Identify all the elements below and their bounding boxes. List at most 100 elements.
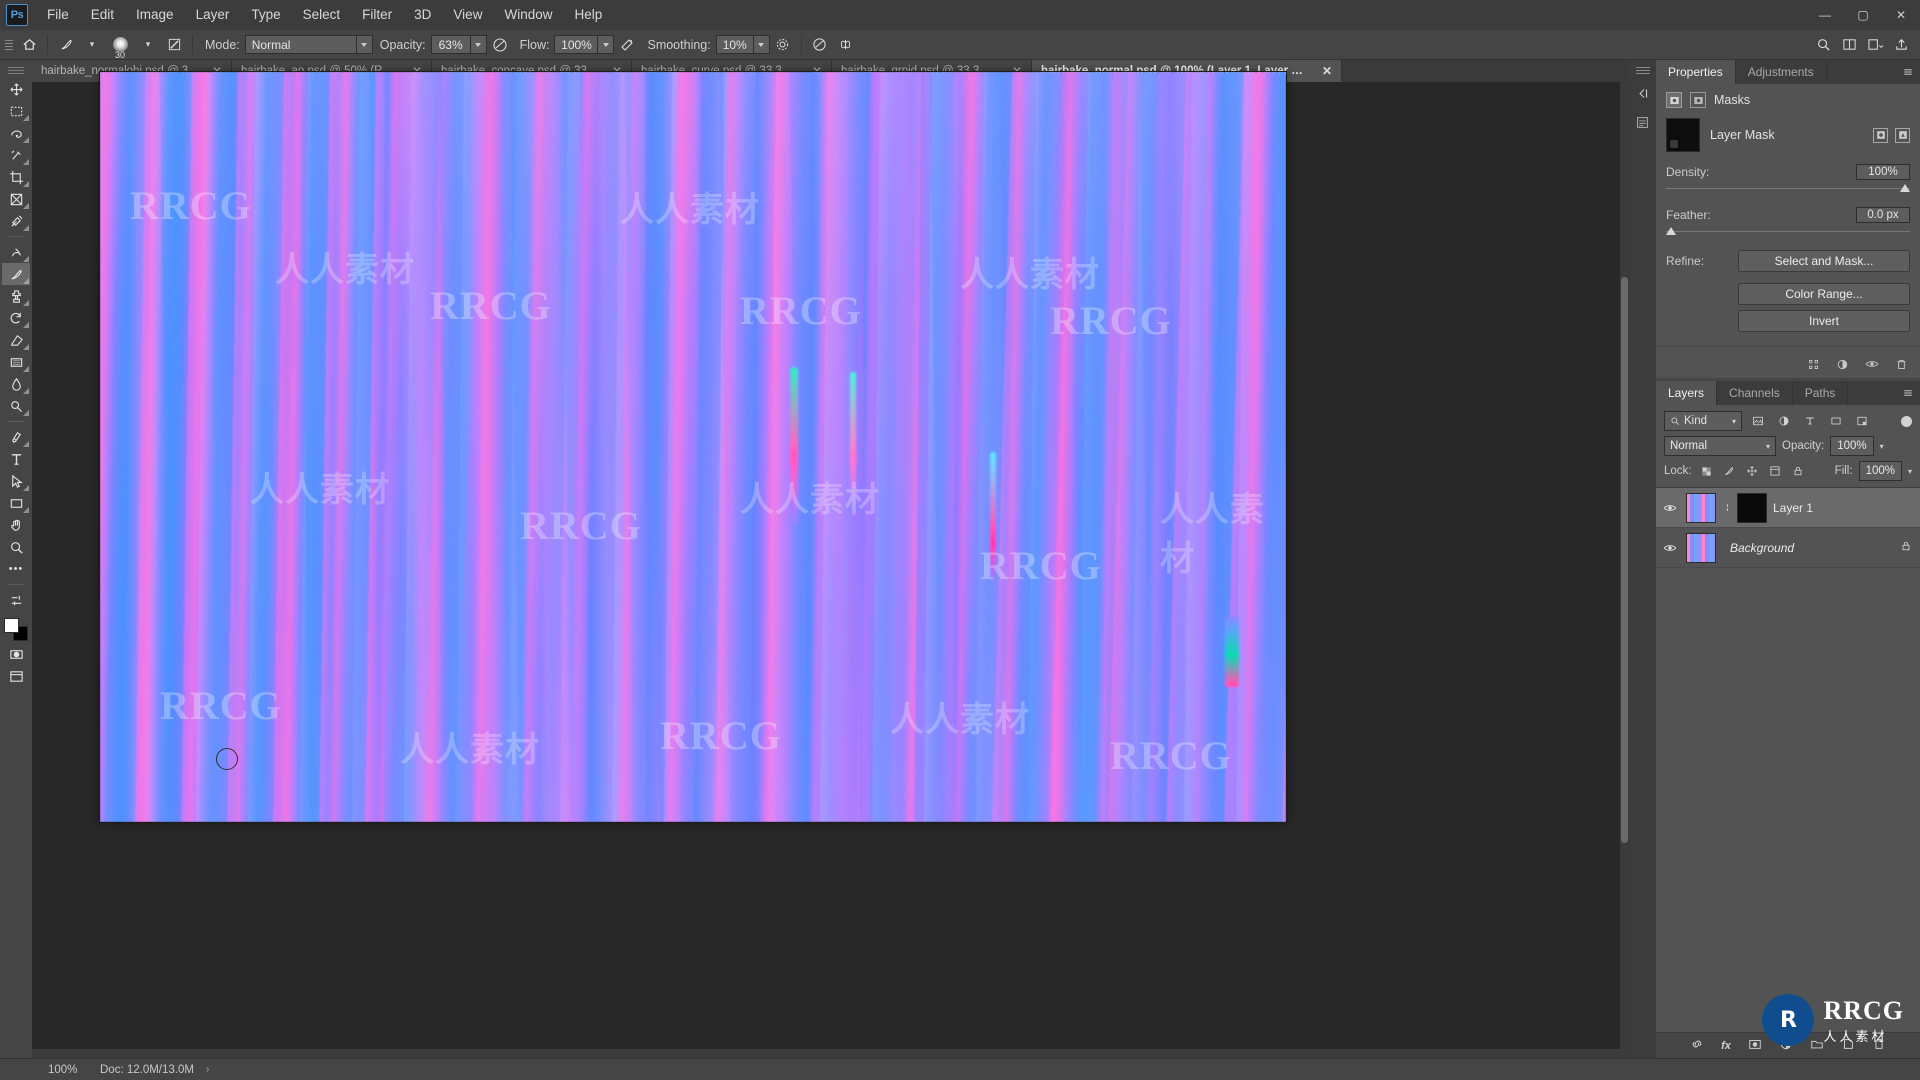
menu-edit[interactable]: Edit bbox=[80, 0, 125, 30]
invert-button[interactable]: Invert bbox=[1738, 310, 1910, 332]
tool-brush[interactable] bbox=[2, 263, 30, 285]
link-layers-icon[interactable] bbox=[1690, 1037, 1704, 1054]
layer-name[interactable]: Background bbox=[1730, 541, 1794, 555]
filter-smart-object-icon[interactable] bbox=[1852, 411, 1872, 431]
feather-slider[interactable] bbox=[1666, 226, 1910, 238]
options-bar-grip[interactable] bbox=[2, 32, 16, 58]
share-icon[interactable] bbox=[1888, 32, 1914, 58]
apply-mask-icon[interactable] bbox=[1836, 358, 1849, 371]
pressure-opacity-icon[interactable] bbox=[487, 32, 513, 58]
menu-layer[interactable]: Layer bbox=[185, 0, 241, 30]
layer-row-layer-1[interactable]: Layer 1 bbox=[1656, 488, 1920, 528]
layer-mask-thumbnail[interactable] bbox=[1666, 118, 1700, 152]
feather-value[interactable]: 0.0 px bbox=[1856, 207, 1910, 223]
density-slider-thumb[interactable] bbox=[1900, 184, 1910, 192]
tool-more[interactable]: ••• bbox=[2, 558, 30, 580]
layer-blend-mode-select[interactable]: Normal ▾ bbox=[1664, 436, 1776, 456]
tool-dodge[interactable] bbox=[2, 395, 30, 417]
lock-all-icon[interactable] bbox=[1790, 463, 1807, 480]
add-vector-mask-icon[interactable] bbox=[1895, 127, 1910, 143]
menu-image[interactable]: Image bbox=[125, 0, 185, 30]
collapse-panels-icon[interactable] bbox=[1632, 82, 1654, 104]
layer-thumbnail[interactable] bbox=[1686, 492, 1716, 523]
blend-mode-select[interactable]: Normal bbox=[244, 35, 373, 54]
tool-quick-selection[interactable] bbox=[2, 144, 30, 166]
brush-angle-icon[interactable] bbox=[161, 32, 187, 58]
search-icon[interactable] bbox=[1810, 32, 1836, 58]
filter-toggle[interactable] bbox=[1901, 415, 1912, 427]
arrange-documents-icon[interactable] bbox=[1836, 32, 1862, 58]
tool-move[interactable] bbox=[2, 78, 30, 100]
tool-path-selection[interactable] bbox=[2, 470, 30, 492]
panel-menu-icon[interactable] bbox=[1896, 60, 1920, 84]
quick-mask-icon[interactable] bbox=[2, 643, 30, 665]
layer-name[interactable]: Layer 1 bbox=[1773, 501, 1813, 515]
tool-crop[interactable] bbox=[2, 166, 30, 188]
tab-channels[interactable]: Channels bbox=[1717, 381, 1793, 405]
gear-icon[interactable] bbox=[770, 32, 796, 58]
dock-rail-grip[interactable] bbox=[1635, 66, 1650, 75]
flow-input[interactable]: 100% bbox=[554, 35, 615, 54]
minimize-button[interactable]: — bbox=[1806, 0, 1844, 30]
fill-value[interactable]: 100% bbox=[1858, 461, 1902, 481]
lock-position-icon[interactable] bbox=[1744, 463, 1761, 480]
edit-toolbar-icon[interactable] bbox=[2, 589, 30, 611]
home-icon[interactable] bbox=[16, 32, 42, 58]
canvas-horizontal-scrollbar[interactable] bbox=[32, 1049, 1620, 1058]
menu-select[interactable]: Select bbox=[292, 0, 352, 30]
color-swatches[interactable] bbox=[2, 617, 30, 643]
brush-preset-caret[interactable]: ▾ bbox=[79, 32, 105, 58]
link-icon[interactable] bbox=[1722, 501, 1731, 514]
toggle-mask-icon[interactable] bbox=[1865, 357, 1879, 371]
feather-slider-thumb[interactable] bbox=[1666, 227, 1676, 235]
lock-artboard-icon[interactable] bbox=[1767, 463, 1784, 480]
status-zoom-level[interactable]: 100% bbox=[0, 1064, 77, 1076]
eye-icon[interactable] bbox=[1660, 541, 1680, 555]
menu-3d[interactable]: 3D bbox=[403, 0, 442, 30]
maximize-button[interactable]: ▢ bbox=[1844, 0, 1882, 30]
foreground-color-swatch[interactable] bbox=[4, 618, 19, 633]
layer-row-background[interactable]: Background bbox=[1656, 528, 1920, 568]
properties-rail-icon[interactable] bbox=[1632, 111, 1654, 133]
pressure-size-icon[interactable] bbox=[807, 32, 833, 58]
layer-style-icon[interactable]: fx bbox=[1721, 1040, 1731, 1052]
filter-adjustment-icon[interactable] bbox=[1774, 411, 1794, 431]
tool-hand[interactable] bbox=[2, 514, 30, 536]
tool-eraser[interactable] bbox=[2, 329, 30, 351]
density-slider[interactable] bbox=[1666, 183, 1910, 195]
brush-tool-icon[interactable] bbox=[53, 32, 79, 58]
select-and-mask-button[interactable]: Select and Mask... bbox=[1738, 250, 1910, 272]
add-pixel-mask-icon[interactable] bbox=[1873, 127, 1888, 143]
screen-mode-icon[interactable] bbox=[2, 665, 30, 687]
delete-mask-icon[interactable] bbox=[1895, 358, 1908, 371]
density-value[interactable]: 100% bbox=[1856, 164, 1910, 180]
tab-properties[interactable]: Properties bbox=[1656, 60, 1736, 84]
smoothing-input[interactable]: 10% bbox=[715, 35, 770, 54]
eye-icon[interactable] bbox=[1660, 501, 1680, 515]
tool-history-brush[interactable] bbox=[2, 307, 30, 329]
tab-paths[interactable]: Paths bbox=[1793, 381, 1849, 405]
canvas-vertical-scrollbar[interactable] bbox=[1620, 82, 1629, 1058]
tool-gradient[interactable] bbox=[2, 351, 30, 373]
symmetry-butterfly-icon[interactable] bbox=[833, 32, 859, 58]
tool-frame[interactable] bbox=[2, 188, 30, 210]
vector-mask-icon[interactable] bbox=[1690, 92, 1706, 108]
tool-type[interactable] bbox=[2, 448, 30, 470]
chevron-down-icon[interactable]: ▾ bbox=[1880, 442, 1884, 451]
lock-image-pixels-icon[interactable] bbox=[1721, 463, 1738, 480]
menu-window[interactable]: Window bbox=[493, 0, 563, 30]
chevron-down-icon[interactable]: ▾ bbox=[1908, 467, 1912, 476]
menu-help[interactable]: Help bbox=[563, 0, 613, 30]
layer-opacity-value[interactable]: 100% bbox=[1830, 436, 1874, 456]
filter-pixel-icon[interactable] bbox=[1748, 411, 1768, 431]
canvas[interactable]: RRCG 人人素材 RRCG 人人素材 RRCG 人人素材 RRCG 人人素材 … bbox=[100, 72, 1286, 822]
brush-settings-caret[interactable]: ▾ bbox=[135, 32, 161, 58]
tab-adjustments[interactable]: Adjustments bbox=[1736, 60, 1827, 84]
layer-thumbnail[interactable] bbox=[1686, 532, 1716, 563]
airbrush-icon[interactable] bbox=[614, 32, 640, 58]
lock-transparent-pixels-icon[interactable] bbox=[1698, 463, 1715, 480]
menu-filter[interactable]: Filter bbox=[351, 0, 403, 30]
status-expand-arrow[interactable]: › bbox=[206, 1064, 209, 1075]
menu-view[interactable]: View bbox=[442, 0, 493, 30]
menu-type[interactable]: Type bbox=[240, 0, 291, 30]
